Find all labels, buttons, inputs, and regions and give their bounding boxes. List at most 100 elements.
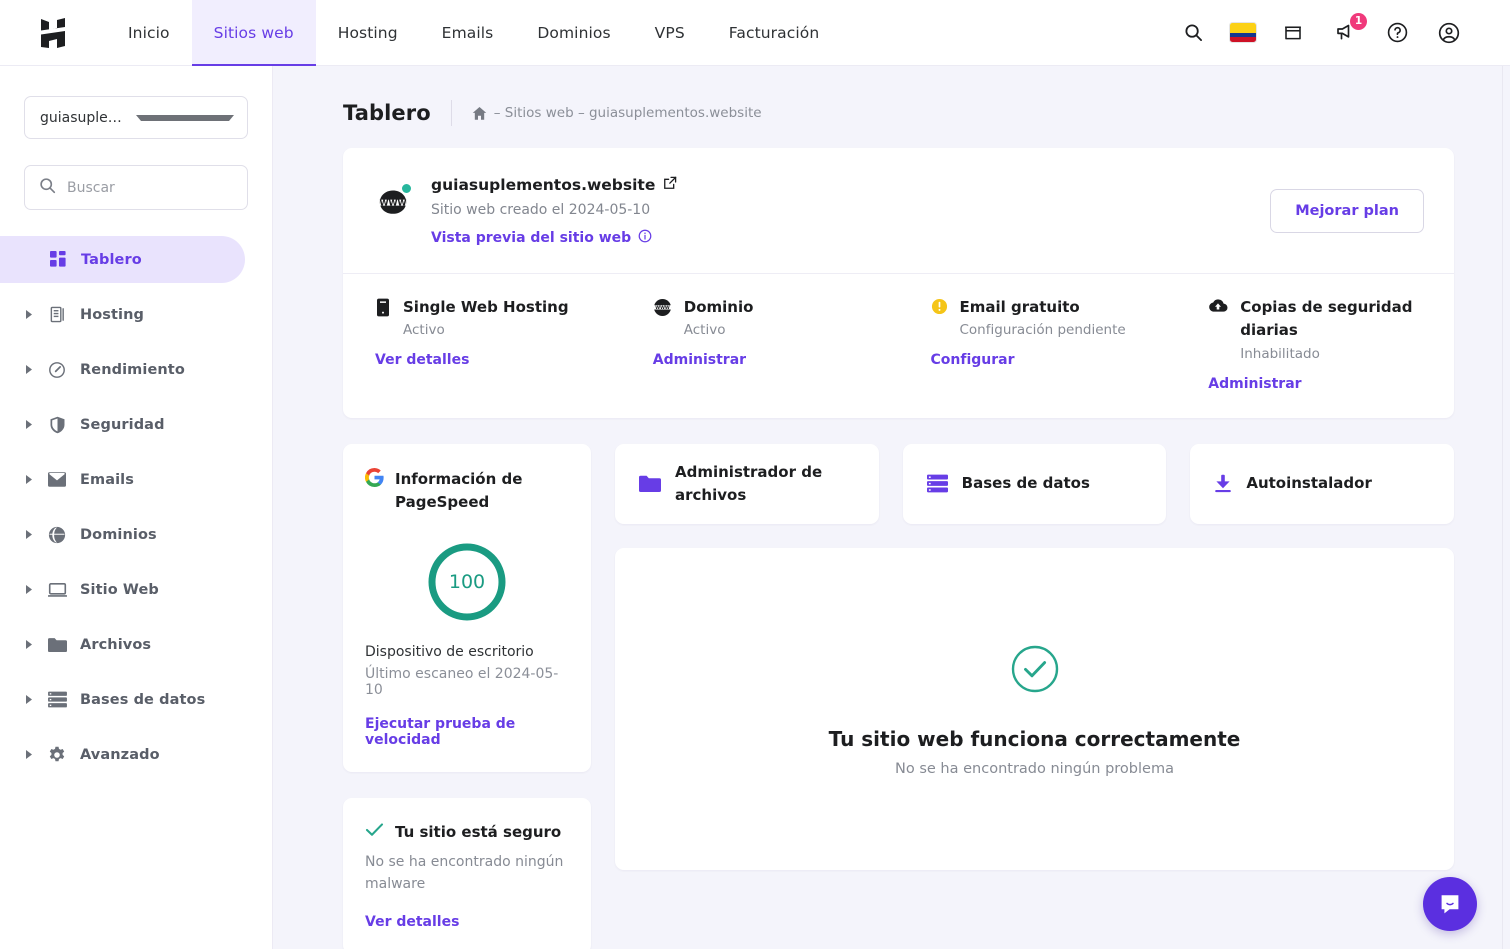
run-speed-test-link[interactable]: Ejecutar prueba de velocidad	[365, 716, 569, 748]
home-icon[interactable]	[472, 106, 487, 121]
nav-item-vps[interactable]: VPS	[633, 0, 707, 65]
chevron-right-icon	[24, 475, 34, 484]
pagespeed-title: Información de PageSpeed	[395, 469, 523, 511]
site-selector-value: guiasuplementos.website	[40, 109, 128, 126]
service-link[interactable]: Configurar	[931, 352, 1015, 368]
site-preview-label: Vista previa del sitio web	[431, 230, 632, 246]
service-title: Single Web Hosting	[403, 298, 569, 316]
search-icon	[39, 177, 56, 198]
sidebar-item-archivos[interactable]: Archivos	[0, 621, 245, 668]
hostinger-hpanel: Inicio Sitios web Hosting Emails Dominio…	[0, 0, 1510, 949]
notification-badge: 1	[1350, 12, 1367, 30]
sidebar-item-label: Archivos	[80, 636, 152, 653]
server-icon	[46, 306, 68, 323]
security-status-card: Tu sitio está seguro No se ha encontrado…	[343, 798, 591, 949]
security-subtitle: No se ha encontrado ningún malware	[365, 854, 564, 893]
sidebar-item-label: Seguridad	[80, 416, 165, 433]
database-icon	[926, 474, 948, 493]
server-icon	[375, 298, 391, 317]
account-circle-icon[interactable]	[1434, 18, 1464, 48]
chat-widget-button[interactable]	[1423, 877, 1477, 931]
site-name: guiasuplementos.website	[431, 176, 677, 194]
quick-action-file-manager[interactable]: Administrador de archivos	[615, 443, 879, 524]
website-status-panel: Tu sitio web funciona correctamente No s…	[615, 547, 1454, 870]
quick-action-databases[interactable]: Bases de datos	[902, 443, 1167, 524]
breadcrumb-path: – Sitios web – guiasuplementos.website	[493, 105, 762, 121]
service-link[interactable]: Administrar	[1208, 376, 1301, 392]
chevron-right-icon	[24, 365, 34, 374]
top-navigation-bar: Inicio Sitios web Hosting Emails Dominio…	[0, 0, 1510, 66]
services-row: Single Web Hosting Activo Ver detalles W…	[343, 273, 1454, 418]
sidebar-item-label: Sitio Web	[80, 581, 159, 598]
sidebar-item-label: Emails	[80, 471, 134, 488]
sidebar-item-label: Hosting	[80, 306, 145, 323]
hostinger-logo[interactable]	[0, 0, 106, 65]
sidebar-nav: Tablero Hosting Rendimiento Seguridad Em…	[0, 236, 272, 778]
svg-text:WWW: WWW	[379, 197, 406, 207]
site-name-text: guiasuplementos.website	[431, 176, 656, 194]
security-details-link[interactable]: Ver detalles	[365, 914, 569, 930]
nav-item-hosting[interactable]: Hosting	[316, 0, 420, 65]
megaphone-icon[interactable]: 1	[1330, 12, 1367, 48]
search-input[interactable]	[67, 179, 233, 196]
service-title: Email gratuito	[959, 298, 1080, 316]
sidebar-item-emails[interactable]: Emails	[0, 456, 245, 503]
service-link[interactable]: Administrar	[653, 352, 746, 368]
store-icon[interactable]	[1278, 18, 1308, 48]
search-icon[interactable]	[1178, 18, 1208, 48]
sidebar-item-label: Rendimiento	[80, 361, 185, 378]
nav-item-dominios[interactable]: Dominios	[515, 0, 632, 65]
sidebar-item-avanzado[interactable]: Avanzado	[0, 731, 245, 778]
sidebar-item-label: Dominios	[80, 526, 157, 543]
service-link[interactable]: Ver detalles	[375, 352, 469, 368]
sidebar-item-dominios[interactable]: Dominios	[0, 511, 245, 558]
nav-item-emails[interactable]: Emails	[420, 0, 516, 65]
svg-text:WWW: WWW	[655, 305, 670, 311]
service-title: Copias de seguridad diarias	[1240, 298, 1413, 340]
globe-icon	[46, 526, 68, 544]
left-column: Información de PageSpeed 100 Dispositivo…	[343, 443, 591, 949]
sidebar-item-hosting[interactable]: Hosting	[0, 291, 245, 338]
sidebar-item-rendimiento[interactable]: Rendimiento	[0, 346, 245, 393]
site-preview-link[interactable]: Vista previa del sitio web	[431, 229, 677, 247]
sidebar-item-tablero[interactable]: Tablero	[0, 236, 245, 283]
nav-item-facturacion[interactable]: Facturación	[707, 0, 842, 65]
external-link-icon[interactable]	[663, 176, 677, 194]
cloud-icon	[1208, 298, 1228, 313]
right-column: Administrador de archivos Bases de datos…	[615, 443, 1455, 870]
info-icon[interactable]	[638, 229, 652, 247]
chevron-right-icon	[24, 530, 34, 539]
status-title: Tu sitio web funciona correctamente	[828, 726, 1241, 751]
download-icon	[1214, 474, 1232, 493]
chevron-right-icon	[24, 585, 34, 594]
quick-action-label: Bases de datos	[961, 474, 1090, 493]
monitor-icon	[46, 582, 68, 598]
folder-icon	[46, 637, 68, 653]
site-selector-dropdown[interactable]: guiasuplementos.website	[24, 96, 248, 139]
nav-item-sitios-web[interactable]: Sitios web	[191, 0, 316, 66]
service-copias-de-seguridad: Copias de seguridad diarias Inhabilitado…	[1176, 296, 1454, 392]
help-circle-icon[interactable]	[1382, 18, 1412, 48]
quick-action-autoinstaller[interactable]: Autoinstalador	[1190, 443, 1455, 524]
dashboard-grid: Información de PageSpeed 100 Dispositivo…	[343, 443, 1455, 949]
chevron-right-icon	[24, 640, 34, 649]
breadcrumb: – Sitios web – guiasuplementos.website	[472, 105, 762, 121]
shield-icon	[46, 416, 68, 434]
pagespeed-score-ring: 100	[425, 540, 509, 624]
service-status: Activo	[403, 322, 445, 339]
www-globe-icon: WWW	[375, 182, 413, 220]
chevron-right-icon	[24, 420, 34, 429]
nav-item-inicio[interactable]: Inicio	[106, 0, 192, 65]
sidebar-search[interactable]	[24, 165, 248, 210]
upgrade-plan-button[interactable]: Mejorar plan	[1270, 188, 1424, 233]
page-scrollbar[interactable]	[1502, 0, 1510, 949]
service-email-gratuito: Email gratuito Configuración pendiente C…	[899, 296, 1177, 392]
status-subtitle: No se ha encontrado ningún problema	[895, 760, 1174, 777]
folder-icon	[639, 475, 661, 493]
sidebar-item-seguridad[interactable]: Seguridad	[0, 401, 245, 448]
chevron-right-icon	[24, 310, 34, 319]
sidebar-item-bases-de-datos[interactable]: Bases de datos	[0, 676, 245, 723]
sidebar-item-sitio-web[interactable]: Sitio Web	[0, 566, 245, 613]
colombia-flag-icon[interactable]	[1230, 23, 1256, 42]
nav-actions: 1	[1178, 0, 1510, 65]
